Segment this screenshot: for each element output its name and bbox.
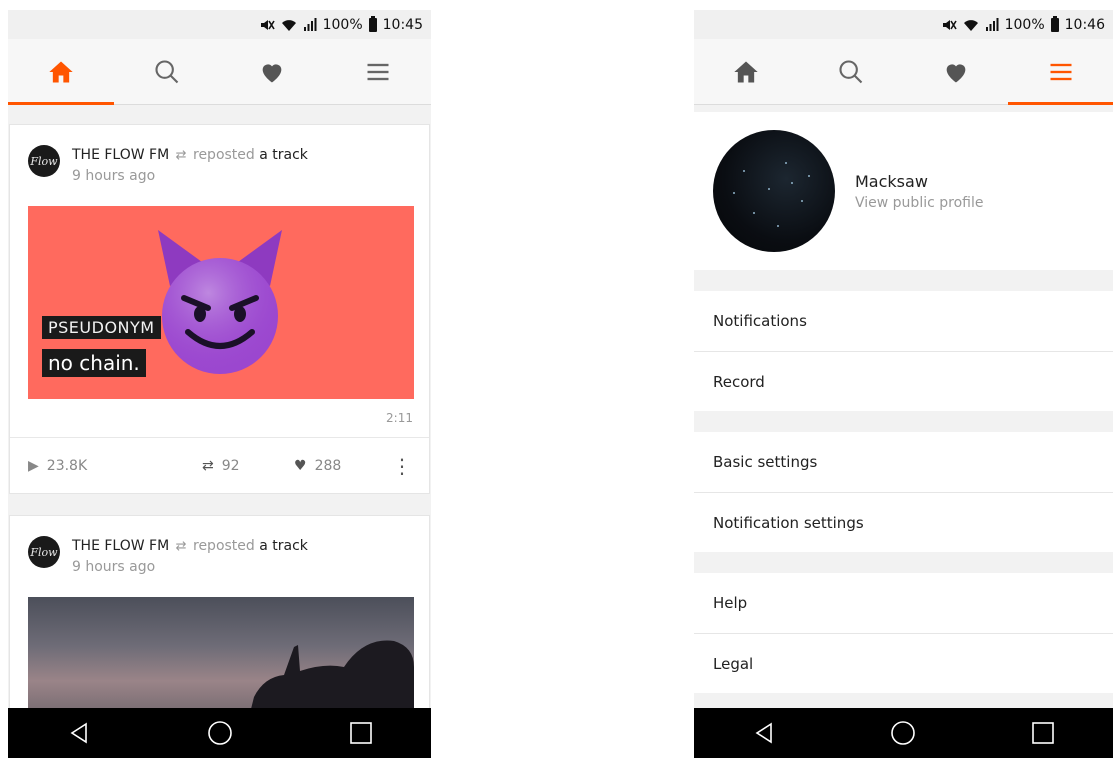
more-icon[interactable]: ⋮: [392, 454, 412, 478]
battery-percent: 100%: [322, 16, 363, 33]
phone-screen-more: 100% 10:46 Macksaw View public profile N…: [694, 0, 1113, 758]
home-circle-icon[interactable]: [190, 713, 250, 753]
avatar[interactable]: Flow: [28, 145, 60, 177]
like-button[interactable]: ♥ 288: [294, 458, 341, 474]
repost-icon: ⇄: [175, 539, 187, 554]
search-icon: [839, 59, 863, 83]
track-stats: ▶ 23.8K ⇄ 92 ♥ 288 ⋮: [10, 437, 429, 495]
reposter-name[interactable]: THE FLOW FM: [72, 538, 169, 554]
wifi-icon: [281, 18, 297, 32]
menu-item-notification-settings[interactable]: Notification settings: [694, 492, 1113, 552]
repost-icon: ⇄: [175, 148, 187, 163]
tab-likes[interactable]: [220, 39, 326, 104]
tab-home[interactable]: [694, 39, 799, 104]
tab-more[interactable]: [325, 39, 431, 104]
card-header: Flow THE FLOW FM ⇄ reposted a track 9 ho…: [28, 145, 308, 187]
stream-card[interactable]: Flow THE FLOW FM ⇄ reposted a track 9 ho…: [9, 515, 430, 708]
track-artwork[interactable]: [28, 597, 414, 708]
tab-bar: [8, 39, 431, 105]
stream-card[interactable]: Flow THE FLOW FM ⇄ reposted a track 9 ho…: [9, 124, 430, 494]
more-menu: Macksaw View public profile Notification…: [694, 106, 1113, 708]
avatar[interactable]: Flow: [28, 536, 60, 568]
heart-icon: [946, 63, 966, 82]
avatar: [713, 130, 835, 252]
search-icon: [155, 59, 178, 83]
heart-icon: ♥: [294, 458, 307, 474]
tab-search[interactable]: [114, 39, 220, 104]
post-time: 9 hours ago: [72, 168, 156, 184]
battery-percent: 100%: [1004, 16, 1045, 33]
system-nav-bar: [694, 708, 1113, 758]
menu-icon: [1050, 63, 1072, 80]
recents-icon[interactable]: [1013, 713, 1073, 753]
menu-item-record[interactable]: Record: [694, 351, 1113, 411]
object-text: a track: [259, 147, 308, 163]
card-header: Flow THE FLOW FM ⇄ reposted a track 9 ho…: [28, 536, 308, 578]
tab-more[interactable]: [1008, 39, 1113, 105]
repost-count: 92: [221, 458, 240, 474]
home-icon: [49, 61, 73, 82]
signal-icon: [303, 17, 317, 32]
devil-emoji-icon: [158, 230, 282, 374]
profile-name: Macksaw: [855, 171, 928, 191]
battery-icon: [1050, 15, 1059, 32]
mute-icon: [941, 18, 957, 32]
repost-button[interactable]: ⇄ 92: [202, 458, 240, 474]
status-bar: 100% 10:46: [694, 10, 1113, 39]
status-bar: 100% 10:45: [8, 10, 431, 39]
wifi-icon: [963, 18, 979, 32]
top-margin: [694, 0, 1113, 10]
artwork-label-title: no chain.: [42, 349, 146, 377]
menu-item-basic-settings[interactable]: Basic settings: [694, 432, 1113, 492]
post-time: 9 hours ago: [72, 559, 156, 575]
phone-screen-stream: 100% 10:45 Flow THE FLOW FM ⇄ reposted a…: [8, 0, 431, 758]
repost-icon: ⇄: [202, 458, 214, 474]
top-margin: [8, 0, 431, 10]
home-icon: [734, 61, 759, 82]
profile-row[interactable]: Macksaw View public profile: [694, 112, 1113, 270]
play-count-value: 23.8K: [46, 458, 88, 474]
person-silhouette-image: [251, 640, 414, 708]
clock: 10:46: [1064, 16, 1105, 33]
tab-search[interactable]: [799, 39, 904, 104]
menu-item-notifications[interactable]: Notifications: [694, 291, 1113, 351]
play-icon: ▶: [28, 458, 39, 474]
action-text: reposted: [193, 147, 255, 163]
recents-icon[interactable]: [331, 713, 391, 753]
menu-item-help[interactable]: Help: [694, 573, 1113, 633]
back-icon[interactable]: [734, 713, 794, 753]
track-artwork[interactable]: PSEUDONYM no chain.: [28, 206, 414, 399]
back-icon[interactable]: [49, 713, 109, 753]
tab-home[interactable]: [8, 39, 114, 105]
menu-icon: [367, 63, 389, 80]
tab-bar: [694, 39, 1113, 105]
tab-likes[interactable]: [904, 39, 1009, 104]
system-nav-bar: [8, 708, 431, 758]
clock: 10:45: [382, 16, 423, 33]
track-duration: 2:11: [386, 411, 413, 425]
menu-item-legal[interactable]: Legal: [694, 633, 1113, 693]
stream-feed[interactable]: Flow THE FLOW FM ⇄ reposted a track 9 ho…: [8, 106, 431, 708]
home-circle-icon[interactable]: [873, 713, 933, 753]
signal-icon: [985, 17, 999, 32]
heart-icon: [263, 63, 282, 82]
battery-icon: [368, 15, 377, 32]
view-profile-link[interactable]: View public profile: [855, 195, 983, 211]
object-text: a track: [259, 538, 308, 554]
artwork-label-artist: PSEUDONYM: [42, 316, 161, 339]
like-count: 288: [314, 458, 342, 474]
reposter-name[interactable]: THE FLOW FM: [72, 147, 169, 163]
mute-icon: [259, 18, 275, 32]
play-count: ▶ 23.8K: [28, 458, 87, 474]
action-text: reposted: [193, 538, 255, 554]
